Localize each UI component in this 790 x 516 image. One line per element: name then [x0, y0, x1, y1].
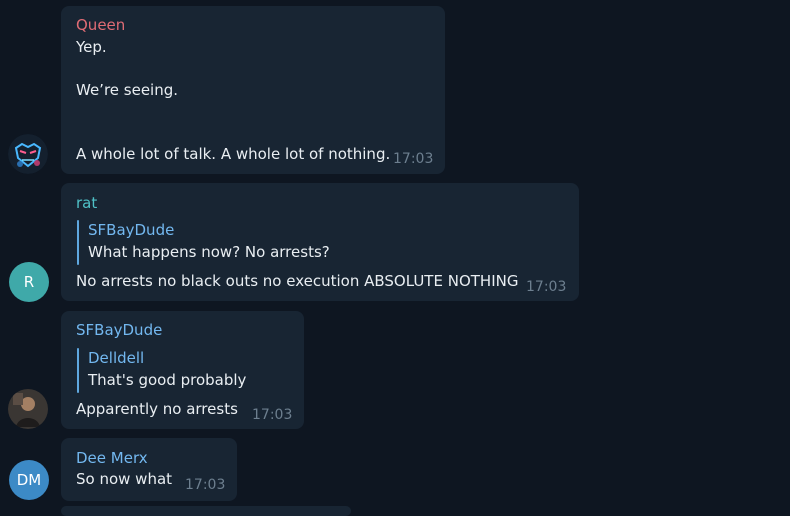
message-line: A whole lot of talk. A whole lot of noth… — [76, 145, 391, 163]
next-message-bubble-partial — [61, 506, 351, 516]
message-line: Yep. — [76, 38, 107, 56]
message-bubble-sfbaydude[interactable]: SFBayDude Delldell That's good probably … — [61, 311, 304, 429]
sender-name[interactable]: Dee Merx — [76, 449, 148, 467]
sender-name[interactable]: SFBayDude — [76, 321, 162, 339]
reply-quote-bar — [77, 348, 79, 393]
reply-quote-bar — [77, 220, 79, 265]
person-photo-avatar-icon[interactable] — [8, 389, 48, 429]
message-time: 17:03 — [393, 151, 434, 167]
reply-author[interactable]: SFBayDude — [88, 221, 174, 239]
sender-name[interactable]: rat — [76, 194, 97, 212]
message-bubble-queen[interactable]: Queen Yep. We’re seeing. A whole lot of … — [61, 6, 445, 174]
message-text: No arrests no black outs no execution AB… — [76, 272, 519, 290]
masked-face-avatar-icon[interactable] — [8, 134, 48, 174]
message-text: Apparently no arrests — [76, 400, 238, 418]
message-bubble-dee-merx[interactable]: Dee Merx So now what 17:03 — [61, 438, 237, 501]
avatar-initials-dm[interactable]: DM — [9, 460, 49, 500]
sender-name[interactable]: Queen — [76, 16, 125, 34]
reply-author[interactable]: Delldell — [88, 349, 144, 367]
avatar-initials: DM — [16, 471, 42, 489]
message-line: We’re seeing. — [76, 81, 179, 99]
message-text: So now what — [76, 470, 173, 488]
message-time: 17:03 — [252, 407, 293, 423]
message-time: 17:03 — [185, 477, 226, 493]
reply-text[interactable]: That's good probably — [88, 371, 246, 389]
avatar-initials: R — [23, 273, 35, 291]
message-bubble-rat[interactable]: rat SFBayDude What happens now? No arres… — [61, 183, 579, 301]
reply-text[interactable]: What happens now? No arrests? — [88, 243, 330, 261]
message-time: 17:03 — [526, 279, 567, 295]
avatar-initials-r[interactable]: R — [9, 262, 49, 302]
